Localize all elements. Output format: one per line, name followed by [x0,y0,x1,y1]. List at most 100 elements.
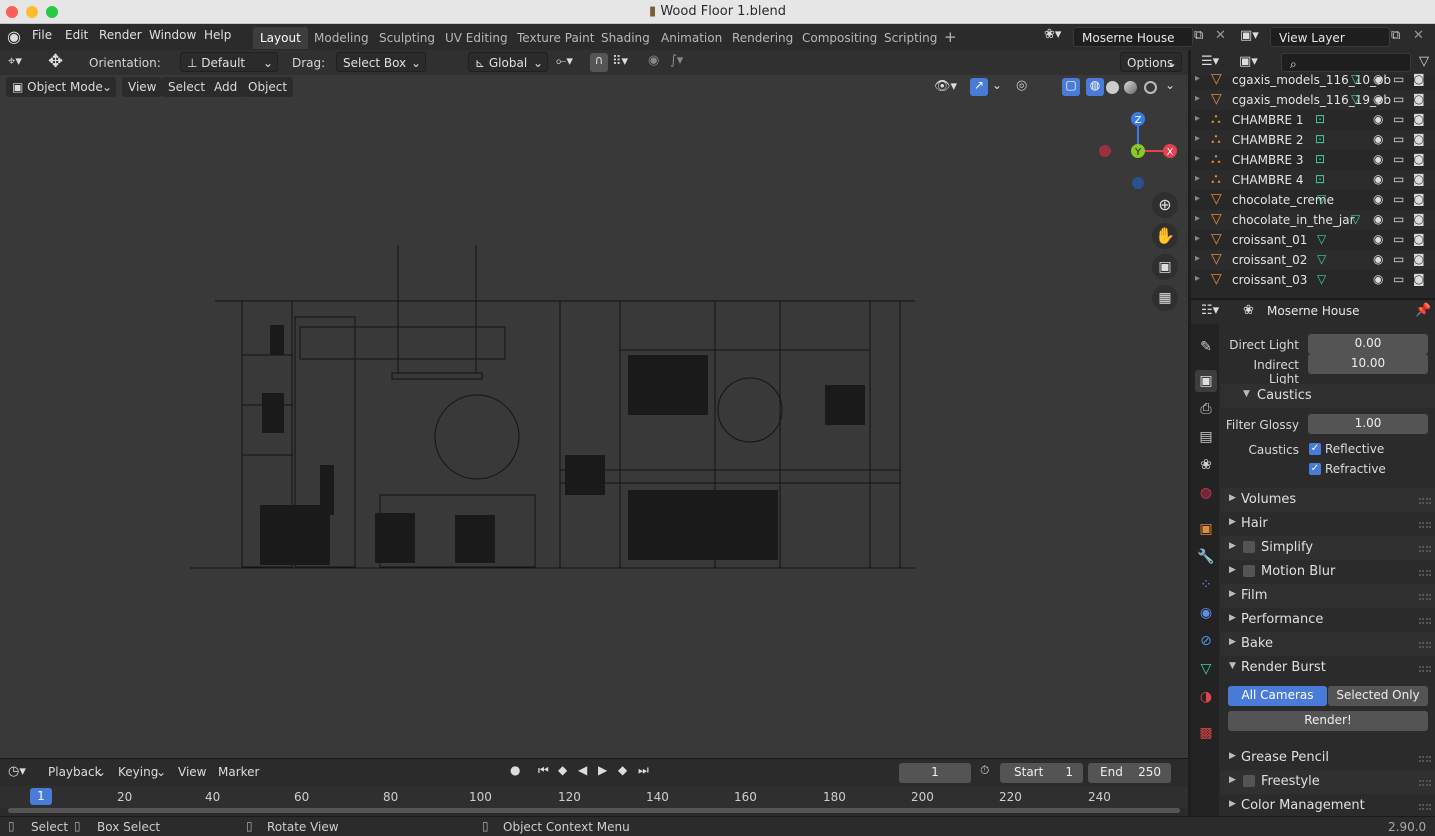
menu-window[interactable]: Window [149,28,196,42]
render-camera-icon[interactable]: ◙ [1413,92,1425,106]
object-mode-dropdown[interactable]: ▣ Object Mode ⌄ [6,77,116,97]
playhead[interactable]: 1 [30,788,52,805]
mesh-data-icon[interactable]: ▽ [1317,272,1326,286]
modifier-tab-icon[interactable]: 🔧 [1195,546,1217,568]
render-camera-icon[interactable]: ◙ [1413,132,1425,146]
freestyle-checkbox[interactable] [1243,775,1255,787]
visibility-eye-icon[interactable]: ◉ [1373,152,1383,166]
tab-texture-paint[interactable]: Texture Paint [510,27,601,49]
render-camera-icon[interactable]: ◙ [1413,192,1425,206]
outliner-row[interactable]: ▸ ▽ croissant_02 ▽ ◉ ▭ ◙ [1191,250,1435,270]
outliner-search-input[interactable]: ⌕ [1281,53,1411,72]
outliner-row[interactable]: ▸ ⛬ CHAMBRE 1 ⊡ ◉ ▭ ◙ [1191,110,1435,130]
tab-compositing[interactable]: Compositing [795,27,884,49]
render-burst-button[interactable]: Render! [1228,711,1428,731]
volumes-panel-header[interactable]: ▶ Volumes [1221,488,1435,512]
play-icon[interactable]: ▶ [598,763,607,777]
outliner-item-name[interactable]: CHAMBRE 3 [1232,153,1304,167]
visibility-eye-icon[interactable]: ◉ [1373,232,1383,246]
tool-tab-icon[interactable]: ✎ [1195,336,1217,358]
camera-data-icon[interactable]: ⊡ [1315,172,1325,186]
render-camera-icon[interactable]: ◙ [1413,112,1425,126]
solid-shading-icon[interactable] [1106,81,1119,94]
constraints-tab-icon[interactable]: ⊘ [1195,630,1217,652]
drag-grip-icon[interactable] [1419,804,1431,810]
wireframe-shading-icon[interactable]: ◍ [1086,78,1104,96]
blender-logo-icon[interactable]: ◉ [7,27,21,46]
gizmo-toggle-icon[interactable]: ↗ [970,78,988,96]
viewport-display-icon[interactable]: ▭ [1393,192,1404,206]
drag-grip-icon[interactable] [1419,756,1431,762]
visibility-eye-icon[interactable]: ◉ [1373,72,1383,86]
caustics-panel-header[interactable]: ▼ Caustics [1221,384,1435,408]
outliner-row[interactable]: ▸ ⛬ CHAMBRE 4 ⊡ ◉ ▭ ◙ [1191,170,1435,190]
render-camera-icon[interactable]: ◙ [1413,252,1425,266]
render-burst-panel-header[interactable]: ▼ Render Burst [1221,656,1435,680]
orientation-dropdown[interactable]: ⊥ Default ⌄ [180,52,278,72]
viewport-display-icon[interactable]: ▭ [1393,152,1404,166]
outliner-row[interactable]: ▸ ▽ cgaxis_models_116_10_ob ▽ ◉ ▭ ◙ [1191,72,1435,90]
visibility-eye-icon[interactable]: ◉ [1373,172,1383,186]
add-workspace-icon[interactable]: + [937,27,964,49]
camera-data-icon[interactable]: ⊡ [1315,152,1325,166]
snap-target-icon[interactable]: ⠿▾ [612,54,628,69]
editor-type-icon[interactable]: ⌖▾ [8,54,22,69]
expand-arrow-icon[interactable]: ▸ [1195,93,1200,104]
view-layer-browse-icon[interactable]: ▣▾ [1240,28,1259,43]
tab-animation[interactable]: Animation [654,27,729,49]
color-management-panel-header[interactable]: ▶ Color Management [1221,794,1435,818]
freestyle-panel-header[interactable]: ▶ Freestyle [1221,770,1435,794]
viewport-display-icon[interactable]: ▭ [1393,252,1404,266]
viewport-menu-object[interactable]: Object [242,77,294,97]
particles-tab-icon[interactable]: ⁘ [1195,574,1217,596]
move-tool-icon[interactable]: ✥ [48,51,63,72]
jump-end-icon[interactable]: ⏭ [638,763,649,778]
render-camera-icon[interactable]: ◙ [1413,172,1425,186]
expand-arrow-icon[interactable]: ▸ [1195,73,1200,84]
expand-arrow-icon[interactable]: ▸ [1195,133,1200,144]
play-reverse-icon[interactable]: ◀ [578,763,587,777]
proportional-edit-icon[interactable]: ◉ [648,53,659,68]
timeline-menu-playback[interactable]: Playback ⌄ [42,762,110,782]
menu-render[interactable]: Render [99,28,142,42]
world-tab-icon[interactable]: ◍ [1195,482,1217,504]
drag-dropdown[interactable]: Select Box ⌄ [336,52,426,72]
timeline-menu-keying[interactable]: Keying ⌄ [112,762,170,782]
camera-data-icon[interactable]: ⊡ [1315,112,1325,126]
tab-sculpting[interactable]: Sculpting [372,27,442,49]
tab-rendering[interactable]: Rendering [725,27,800,49]
tab-uv-editing[interactable]: UV Editing [438,27,515,49]
outliner-row[interactable]: ▸ ⛬ CHAMBRE 2 ⊡ ◉ ▭ ◙ [1191,130,1435,150]
pin-icon[interactable]: 📌 [1415,303,1431,318]
visibility-eye-icon[interactable]: ◉ [1373,272,1383,286]
prev-keyframe-icon[interactable]: ◆ [558,763,567,777]
options-dropdown[interactable]: Options ⌄ [1120,52,1182,72]
drag-grip-icon[interactable] [1419,546,1431,552]
record-icon[interactable]: ● [510,763,520,777]
viewport-display-icon[interactable]: ▭ [1393,72,1404,86]
camera-data-icon[interactable]: ⊡ [1315,132,1325,146]
outliner-item-name[interactable]: chocolate_in_the_jar [1232,213,1355,227]
outliner-item-name[interactable]: cgaxis_models_116_19_ob [1232,93,1391,107]
viewport-menu-add[interactable]: Add [208,77,244,97]
overlays-icon[interactable]: ◎ [1016,78,1027,93]
outliner-row[interactable]: ▸ ▽ croissant_03 ▽ ◉ ▭ ◙ [1191,270,1435,290]
material-tab-icon[interactable]: ◑ [1195,686,1217,708]
mesh-data-icon[interactable]: ▽ [1317,232,1326,246]
performance-panel-header[interactable]: ▶ Performance [1221,608,1435,632]
drag-grip-icon[interactable] [1419,618,1431,624]
viewport-display-icon[interactable]: ▭ [1393,92,1404,106]
outliner-row[interactable]: ▸ ▽ cgaxis_models_116_19_ob ▽ ◉ ▭ ◙ [1191,90,1435,110]
viewport-menu-select[interactable]: Select [162,77,212,97]
neg-x-axis-handle[interactable] [1099,145,1111,157]
start-frame-field[interactable]: Start 1 [1000,763,1083,783]
3d-viewport[interactable]: ▣ Object Mode ⌄ View Select Add Object 👁▾… [0,75,1188,758]
filter-icon[interactable]: ▽ [1419,54,1429,69]
outliner-item-name[interactable]: cgaxis_models_116_10_ob [1232,73,1391,87]
timeline-editor-type-icon[interactable]: ◷▾ [8,764,26,779]
hair-panel-header[interactable]: ▶ Hair [1221,512,1435,536]
viewport-display-icon[interactable]: ▭ [1393,172,1404,186]
outliner-item-name[interactable]: CHAMBRE 2 [1232,133,1304,147]
outliner-item-name[interactable]: croissant_03 [1232,273,1307,287]
render-camera-icon[interactable]: ◙ [1413,152,1425,166]
